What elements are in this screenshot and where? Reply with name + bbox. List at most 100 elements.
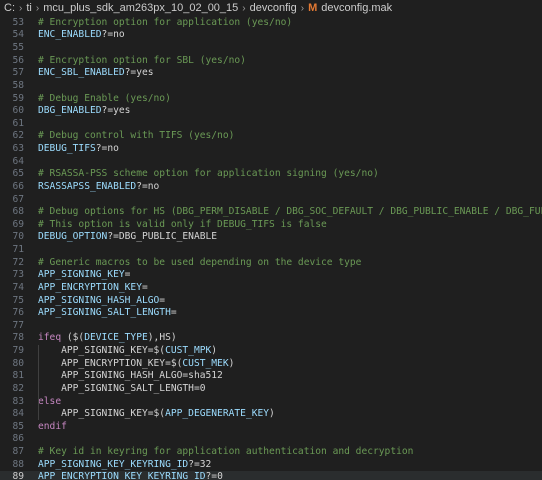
code-token: =$( <box>165 357 183 369</box>
code-line[interactable]: 53 # Encryption option for application (y… <box>0 16 542 29</box>
code-line[interactable]: 86 <box>0 433 542 446</box>
line-code: ifeq ($(DEVICE_TYPE),HS) <box>38 332 177 343</box>
line-code: ENC_SBL_ENABLED?=yes <box>38 67 154 78</box>
line-code: ENC_ENABLED?=no <box>38 29 125 40</box>
code-line[interactable]: 79 APP_SIGNING_KEY=$(CUST_MPK) <box>0 344 542 357</box>
code-line[interactable]: 63 DEBUG_TIFS?=no <box>0 142 542 155</box>
line-number: 69 <box>12 218 24 230</box>
breadcrumb-drive[interactable]: C: <box>4 2 15 14</box>
line-number: 67 <box>12 193 24 205</box>
line-number: 57 <box>12 67 24 79</box>
code-line[interactable]: 87 # Key id in keyring for application au… <box>0 445 542 458</box>
code-line[interactable]: 55 <box>0 41 542 54</box>
line-number: 53 <box>12 16 24 28</box>
line-number: 75 <box>12 294 24 306</box>
code-token: DBG_ENABLED <box>38 105 102 117</box>
line-number: 66 <box>12 180 24 192</box>
code-token: # Key id in keyring for application auth… <box>38 446 414 458</box>
line-number: 55 <box>12 42 24 54</box>
line-number: 72 <box>12 256 24 268</box>
code-token: = <box>159 294 166 306</box>
code-line[interactable]: 65 # RSASSA-PSS scheme option for applica… <box>0 168 542 181</box>
code-line[interactable]: 88 APP_SIGNING_KEY_KEYRING_ID?=32 <box>0 458 542 471</box>
line-number: 54 <box>12 29 24 41</box>
code-line[interactable]: 59 # Debug Enable (yes/no) <box>0 92 542 105</box>
line-code: RSASSAPSS_ENABLED?=no <box>38 181 159 192</box>
code-token: APP_SIGNING_HASH_ALGO <box>38 294 160 306</box>
line-number: 76 <box>12 307 24 319</box>
code-line[interactable]: 57 ENC_SBL_ENABLED?=yes <box>0 67 542 80</box>
code-line[interactable]: 71 <box>0 243 542 256</box>
code-line[interactable]: 82 APP_SIGNING_SALT_LENGTH=0 <box>0 382 542 395</box>
line-number: 85 <box>12 420 24 432</box>
code-line[interactable]: 84 APP_SIGNING_KEY=$(APP_DEGENERATE_KEY) <box>0 407 542 420</box>
code-line[interactable]: 74 APP_ENCRYPTION_KEY= <box>0 281 542 294</box>
line-code: APP_SIGNING_SALT_LENGTH=0 <box>38 383 205 394</box>
code-token: DEBUG_TIFS <box>38 143 96 155</box>
line-code: # Generic macros to be used depending on… <box>38 257 361 268</box>
line-code: APP_SIGNING_KEY_KEYRING_ID?=32 <box>38 459 211 470</box>
code-line[interactable]: 72 # Generic macros to be used depending … <box>0 256 542 269</box>
code-line[interactable]: 80 APP_ENCRYPTION_KEY=$(CUST_MEK) <box>0 357 542 370</box>
code-line[interactable]: 67 <box>0 193 542 206</box>
code-line[interactable]: 83 else <box>0 395 542 408</box>
code-line[interactable]: 62 # Debug control with TIFS (yes/no) <box>0 130 542 143</box>
code-token: # Generic macros to be used depending on… <box>38 256 362 268</box>
code-token: ?=no <box>136 180 160 192</box>
code-line[interactable]: 56 # Encryption option for SBL (yes/no) <box>0 54 542 67</box>
line-number: 65 <box>12 168 24 180</box>
code-token: ) <box>211 345 218 357</box>
code-token: # Encryption option for application (yes… <box>38 16 293 28</box>
line-code: # Debug options for HS (DBG_PERM_DISABLE… <box>38 206 542 217</box>
code-token: APP_ENCRYPTION_KEY_KEYRING_ID <box>38 471 206 480</box>
code-token: ?=yes <box>124 67 154 79</box>
code-line[interactable]: 54 ENC_ENABLED?=no <box>0 29 542 42</box>
code-line[interactable]: 69 # This option is valid only if DEBUG_T… <box>0 218 542 231</box>
code-line[interactable]: 58 <box>0 79 542 92</box>
code-line[interactable]: 70 DEBUG_OPTION?=DBG_PUBLIC_ENABLE <box>0 231 542 244</box>
line-number: 79 <box>12 345 24 357</box>
code-line[interactable]: 64 <box>0 155 542 168</box>
chevron-right-icon: › <box>300 2 305 14</box>
line-code: else <box>38 396 61 407</box>
line-number: 61 <box>12 117 24 129</box>
code-token: ENC_SBL_ENABLED <box>38 67 125 79</box>
code-token: # This option is valid only if DEBUG_TIF… <box>38 218 327 230</box>
code-line[interactable]: 73 APP_SIGNING_KEY= <box>0 269 542 282</box>
code-line[interactable]: 61 <box>0 117 542 130</box>
code-line[interactable]: 75 APP_SIGNING_HASH_ALGO= <box>0 294 542 307</box>
code-line[interactable]: 81 APP_SIGNING_HASH_ALGO=sha512 <box>0 370 542 383</box>
code-line[interactable]: 76 APP_SIGNING_SALT_LENGTH= <box>0 306 542 319</box>
code-line[interactable]: 85 endif <box>0 420 542 433</box>
code-token: =$( <box>147 408 166 420</box>
code-line[interactable]: 60 DBG_ENABLED?=yes <box>0 104 542 117</box>
code-editor[interactable]: 53 # Encryption option for application (y… <box>0 16 542 480</box>
code-line[interactable]: 89 APP_ENCRYPTION_KEY_KEYRING_ID?=0 <box>0 470 542 480</box>
code-token: DEBUG_OPTION <box>38 231 108 243</box>
code-line[interactable]: 78 ifeq ($(DEVICE_TYPE),HS) <box>0 332 542 345</box>
breadcrumb-folder-sdk[interactable]: mcu_plus_sdk_am263px_10_02_00_15 <box>43 2 238 14</box>
line-code: # Encryption option for application (yes… <box>38 17 292 28</box>
code-token: ?=no <box>95 143 119 155</box>
code-token: APP_SIGNING_KEY <box>38 269 125 281</box>
line-code: APP_ENCRYPTION_KEY_KEYRING_ID?=0 <box>38 471 223 480</box>
code-token: =$( <box>147 345 166 357</box>
line-number: 64 <box>12 155 24 167</box>
code-token: APP_SIGNING_KEY <box>38 408 148 420</box>
line-code: # Debug Enable (yes/no) <box>38 93 171 104</box>
code-line[interactable]: 66 RSASSAPSS_ENABLED?=no <box>0 180 542 193</box>
code-line[interactable]: 77 <box>0 319 542 332</box>
line-number: 58 <box>12 79 24 91</box>
line-code: APP_SIGNING_KEY= <box>38 269 130 280</box>
breadcrumb-folder-ti[interactable]: ti <box>26 2 32 14</box>
code-token: ) <box>269 408 275 420</box>
chevron-right-icon: › <box>35 2 40 14</box>
line-code: APP_SIGNING_SALT_LENGTH= <box>38 307 177 318</box>
code-line[interactable]: 68 # Debug options for HS (DBG_PERM_DISAB… <box>0 205 542 218</box>
breadcrumb-file[interactable]: devconfig.mak <box>321 2 392 14</box>
line-code: APP_ENCRYPTION_KEY=$(CUST_MEK) <box>38 358 234 369</box>
breadcrumb-folder-devconfig[interactable]: devconfig <box>250 2 297 14</box>
code-token: APP_ENCRYPTION_KEY <box>38 281 142 293</box>
line-code: APP_SIGNING_KEY=$(CUST_MPK) <box>38 345 217 356</box>
code-token: DEVICE_TYPE <box>84 332 148 344</box>
